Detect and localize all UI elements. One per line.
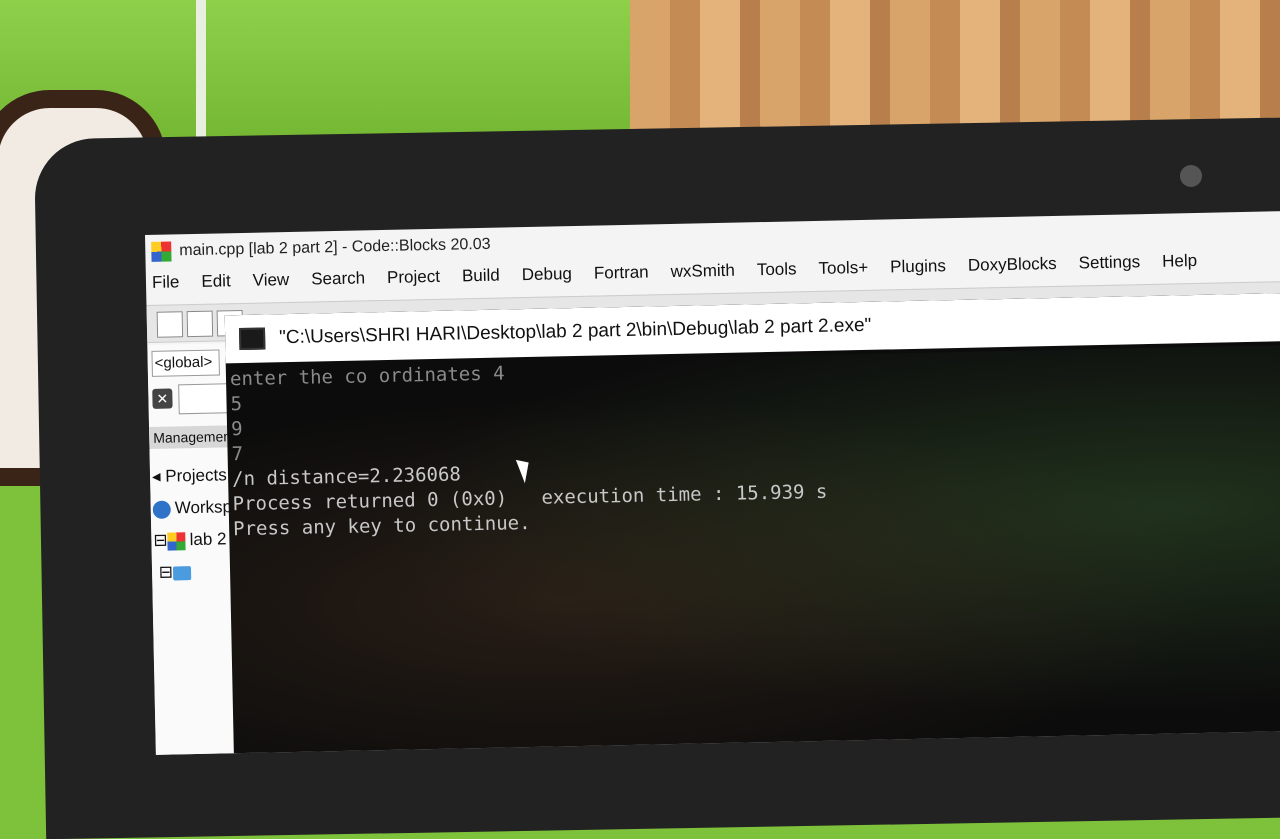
tree-folder[interactable]: ⊟ [154, 555, 233, 589]
menu-view[interactable]: View [252, 270, 289, 297]
console-title: "C:\Users\SHRI HARI\Desktop\lab 2 part 2… [278, 314, 872, 349]
background-pole [196, 0, 206, 150]
menu-tools[interactable]: Tools [757, 259, 797, 286]
workspace-icon [152, 500, 171, 519]
menu-build[interactable]: Build [462, 266, 500, 293]
management-sidebar: <global> ✕ Management ◂ Projects Workspa… [147, 343, 237, 755]
menu-fortran[interactable]: Fortran [594, 262, 649, 289]
ide-title: main.cpp [lab 2 part 2] - Code::Blocks 2… [179, 235, 491, 260]
folder-icon [172, 565, 192, 581]
console-output: enter the co ordinates 4 5 9 7 /n distan… [226, 344, 1280, 755]
menu-settings[interactable]: Settings [1078, 252, 1140, 279]
laptop-screen: main.cpp [lab 2 part 2] - Code::Blocks 2… [145, 210, 1280, 755]
codeblocks-icon [151, 241, 172, 262]
menu-wxsmith[interactable]: wxSmith [670, 261, 735, 288]
menu-edit[interactable]: Edit [201, 271, 231, 298]
new-file-icon[interactable] [156, 311, 184, 338]
project-icon [167, 531, 186, 551]
console-window[interactable]: "C:\Users\SHRI HARI\Desktop\lab 2 part 2… [224, 292, 1280, 755]
symbol-search-input[interactable] [178, 383, 229, 415]
menu-search[interactable]: Search [311, 268, 365, 295]
tab-projects[interactable]: ◂ Projects [152, 459, 231, 493]
management-panel-title: Management [149, 425, 234, 449]
menu-debug[interactable]: Debug [522, 264, 573, 291]
webcam [1180, 165, 1202, 187]
menu-file[interactable]: File [152, 272, 180, 299]
tree-project[interactable]: ⊟lab 2 part 2 [153, 523, 232, 557]
project-label: lab 2 part 2 [189, 528, 231, 550]
menu-help[interactable]: Help [1162, 251, 1198, 278]
open-file-icon[interactable] [186, 310, 214, 338]
workspace-label: Workspace [174, 496, 232, 518]
tab-projects-label: Projects [165, 465, 227, 486]
menu-tools-plus[interactable]: Tools+ [818, 258, 868, 285]
project-tree: ◂ Projects Workspace ⊟lab 2 part 2 ⊟ [152, 459, 233, 589]
close-icon[interactable]: ✕ [152, 388, 173, 409]
scope-selector[interactable]: <global> [151, 349, 220, 377]
menu-doxyblocks[interactable]: DoxyBlocks [968, 254, 1057, 282]
menu-plugins[interactable]: Plugins [890, 256, 946, 283]
console-window-icon [238, 327, 266, 351]
tree-workspace[interactable]: Workspace [152, 491, 231, 525]
menu-project[interactable]: Project [387, 267, 440, 294]
